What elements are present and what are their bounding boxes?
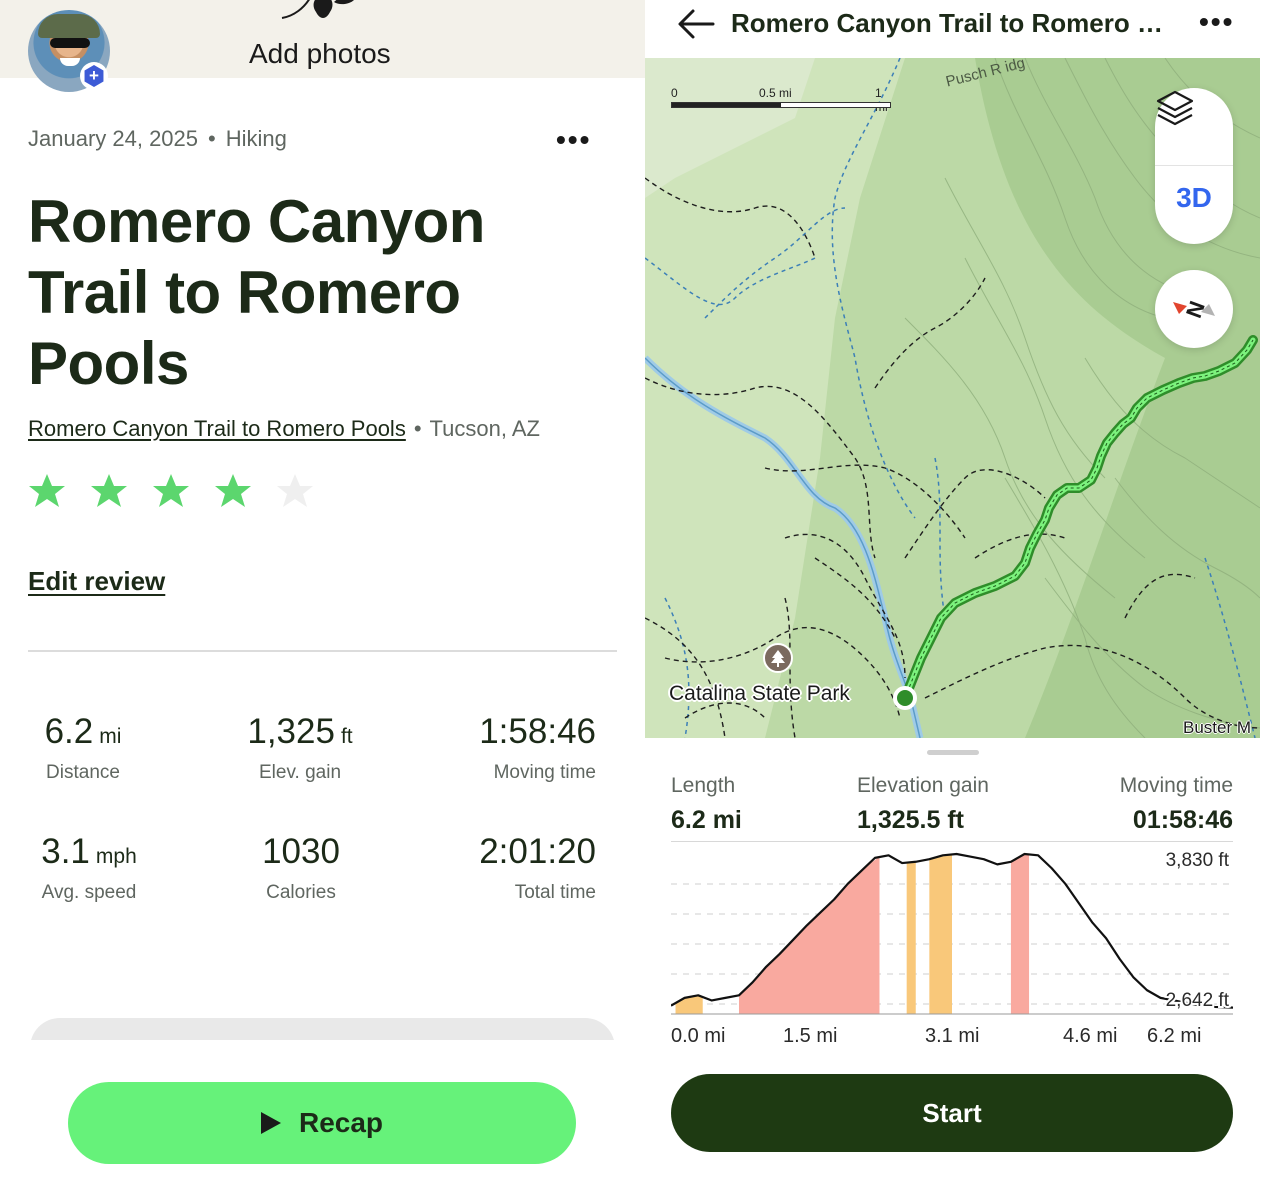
- stat-value: 6.2: [44, 712, 94, 751]
- stat-avg-speed: 3.1 mph Avg. speed: [0, 832, 189, 904]
- summary-label: Length: [671, 774, 736, 797]
- svg-text:N: N: [1181, 298, 1210, 321]
- chart-x-tick-label: 3.1 mi: [925, 1025, 979, 1047]
- stat-total-time: 2:01:20 Total time: [396, 832, 596, 904]
- trail-summary-sheet[interactable]: Length 6.2 mi Elevation gain 1,325.5 ft …: [645, 738, 1280, 1178]
- star-filled-icon[interactable]: [28, 472, 66, 510]
- layers-icon[interactable]: [1155, 88, 1195, 132]
- star-filled-icon[interactable]: [90, 472, 128, 510]
- stat-label: Avg. speed: [41, 882, 137, 903]
- chart-grade-band: [1010, 854, 1030, 1014]
- compass-button[interactable]: N: [1155, 270, 1233, 348]
- sheet-drag-handle[interactable]: [927, 750, 979, 755]
- chart-grade-band: [738, 857, 880, 1014]
- summary-value: 01:58:46: [1132, 806, 1233, 834]
- map-header: Romero Canyon Trail to Romero P... •••: [645, 0, 1280, 58]
- trail-separator: •: [413, 416, 422, 441]
- chart-x-tick-label: 1.5 mi: [783, 1025, 837, 1047]
- chart-grade-band: [929, 854, 952, 1014]
- activity-meta: January 24, 2025 • Hiking: [28, 126, 287, 152]
- summary-value: 1,325.5 ft: [857, 806, 965, 834]
- trail-map[interactable]: Pusch R idg 0 0.5 mi 1 mi 3D N: [645, 58, 1260, 738]
- edit-review-link[interactable]: Edit review: [28, 566, 165, 597]
- trail-link[interactable]: Romero Canyon Trail to Romero Pools: [28, 416, 406, 441]
- stat-moving-time: 1:58:46 Moving time: [396, 712, 596, 784]
- stat-value: 3.1: [41, 832, 90, 871]
- chart-x-tick-label: 6.2 mi: [1147, 1025, 1201, 1047]
- member-badge-icon: +: [80, 62, 108, 90]
- chart-y-tick-label: 2,642 ft: [1166, 990, 1230, 1011]
- chart-x-tick-label: 4.6 mi: [1063, 1025, 1117, 1047]
- scale-label-zero: 0: [671, 86, 678, 100]
- summary-label: Elevation gain: [857, 774, 989, 797]
- play-icon: [260, 1112, 281, 1134]
- summary-length: Length 6.2 mi: [671, 774, 742, 835]
- add-photo-icon[interactable]: [280, 0, 360, 24]
- summary-label: Moving time: [1119, 774, 1233, 797]
- star-rating[interactable]: [28, 472, 314, 510]
- stat-label: Moving time: [493, 762, 596, 783]
- divider: [28, 650, 617, 652]
- back-arrow-icon[interactable]: [675, 4, 717, 44]
- star-filled-icon[interactable]: [152, 472, 190, 510]
- stat-value: 2:01:20: [479, 832, 596, 871]
- stat-unit: mi: [99, 725, 122, 748]
- more-options-button[interactable]: •••: [556, 124, 591, 156]
- activity-detail-panel: Add photos + January 24, 2025 • Hiking •••…: [0, 0, 645, 1178]
- map-edge: [1260, 58, 1280, 738]
- add-photos-label[interactable]: Add photos: [249, 38, 391, 70]
- toggle-3d-button[interactable]: 3D: [1155, 182, 1233, 214]
- divider: [1155, 165, 1233, 166]
- map-controls: 3D: [1155, 88, 1233, 244]
- scale-label-half: 0.5 mi: [759, 86, 792, 100]
- map-place-label: Catalina State Park: [669, 682, 850, 705]
- stat-label: Total time: [514, 882, 596, 903]
- stat-elevation-gain: 1,325 ft Elev. gain: [200, 712, 400, 784]
- star-filled-icon[interactable]: [214, 472, 252, 510]
- meta-separator: •: [208, 126, 216, 151]
- summary-moving-time: Moving time 01:58:46: [1085, 774, 1233, 835]
- summary-value: 6.2 mi: [671, 806, 742, 834]
- chart-x-tick-label: 0.0 mi: [671, 1025, 725, 1047]
- summary-elevation-gain: Elevation gain 1,325.5 ft: [857, 774, 989, 835]
- stat-value: 1030: [262, 832, 340, 871]
- map-place-label: Buster M: [1183, 718, 1252, 737]
- map-title: Romero Canyon Trail to Romero P...: [731, 8, 1171, 38]
- stat-calories: 1030 Calories: [201, 832, 401, 904]
- trail-location: Tucson, AZ: [429, 416, 540, 441]
- recap-label: Recap: [298, 1107, 384, 1138]
- more-options-button[interactable]: •••: [1199, 6, 1234, 38]
- chart-grade-band: [906, 861, 916, 1014]
- stat-unit: mph: [95, 845, 137, 868]
- compass-icon: N: [1173, 298, 1215, 321]
- stat-label: Calories: [266, 882, 336, 903]
- stat-distance: 6.2 mi Distance: [0, 712, 183, 784]
- map-scale-bar: 0 0.5 mi 1 mi: [671, 86, 891, 114]
- activity-type: Hiking: [225, 126, 287, 151]
- stat-unit: ft: [340, 725, 353, 748]
- activity-date: January 24, 2025: [28, 126, 199, 151]
- recap-button[interactable]: Recap: [68, 1082, 576, 1164]
- activity-title: Romero Canyon Trail to Romero Pools: [28, 188, 485, 397]
- stat-label: Elev. gain: [258, 762, 342, 783]
- stat-value: 1:58:46: [479, 712, 596, 751]
- elevation-chart[interactable]: 3,830 ft 2,642 ft 0.0 mi 1.5 mi 3.1 mi 4.6 mi…: [671, 842, 1233, 1052]
- chart-y-tick-label: 3,830 ft: [1166, 850, 1230, 871]
- trail-map-panel: Romero Canyon Trail to Romero P... ••• P…: [645, 0, 1280, 1178]
- start-button[interactable]: Start: [671, 1074, 1233, 1152]
- stat-label: Distance: [46, 762, 120, 783]
- scale-label-one: 1 mi: [875, 86, 888, 114]
- stat-value: 1,325: [247, 712, 335, 751]
- star-empty-icon[interactable]: [276, 472, 314, 510]
- park-icon[interactable]: [763, 643, 793, 673]
- trail-info: Romero Canyon Trail to Romero Pools • Tucs…: [28, 416, 540, 442]
